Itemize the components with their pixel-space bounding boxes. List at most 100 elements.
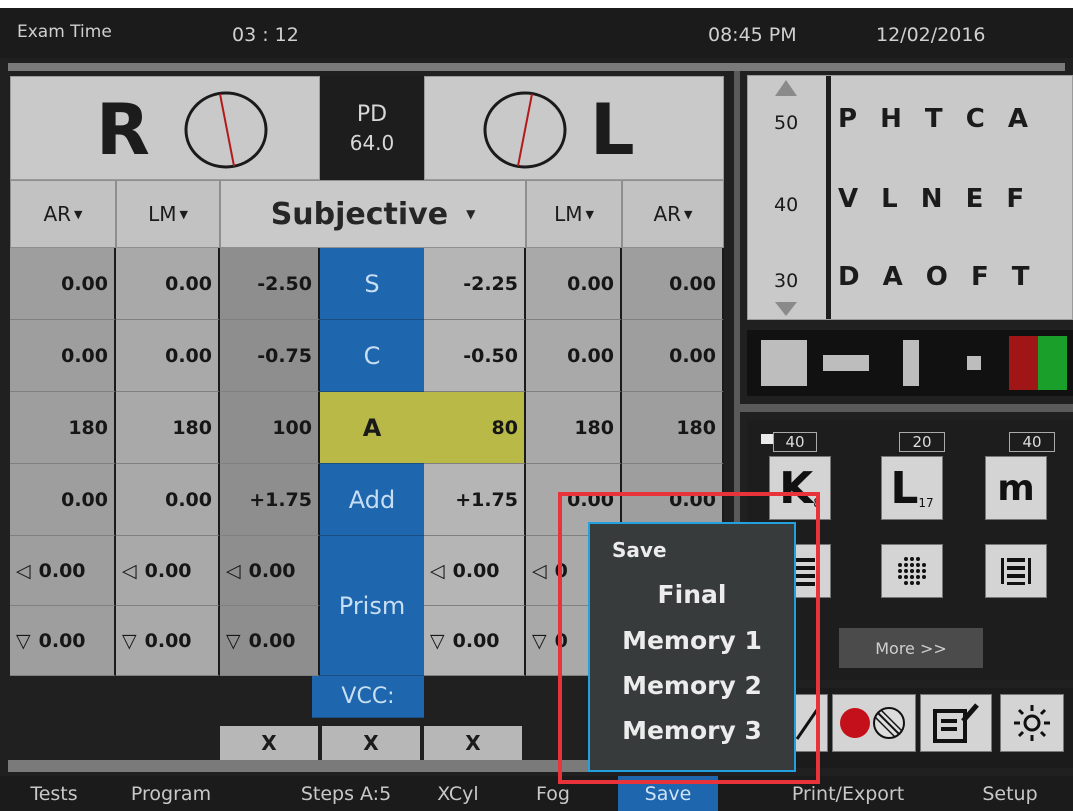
lm-left-axis[interactable]: 180 [526,392,622,464]
brightness-button[interactable] [1000,694,1064,752]
chart-line-3[interactable]: D A O F T [838,262,1030,292]
lm-left-sph[interactable]: 0.00 [526,248,622,320]
ar-right-sph[interactable]: 0.00 [10,248,116,320]
arrow-down-icon: ▽ [16,629,31,652]
axis-button[interactable]: A [320,392,424,464]
ar-left-sph[interactable]: 0.00 [622,248,724,320]
ar-right-cyl[interactable]: 0.00 [10,320,116,392]
ar-right-axis[interactable]: 180 [10,392,116,464]
lm-left-cyl[interactable]: 0.00 [526,320,622,392]
menu-setup[interactable]: Setup [960,776,1060,811]
subj-left-sph[interactable]: -2.25 [424,248,526,320]
menu-xcyl[interactable]: XCyl [418,776,498,811]
near-l-letter: L [890,462,919,514]
prism-value: 0.00 [248,559,296,582]
prism-value: 0.00 [38,559,86,582]
arrow-down-icon: ▽ [430,629,445,652]
text-block-icon [1001,558,1031,585]
minus-icon[interactable] [761,434,773,444]
arrow-down-icon[interactable] [775,302,797,316]
more-button[interactable]: More >> [839,628,983,668]
left-eye-letter: L [590,89,635,171]
right-eye-header[interactable]: R [10,76,320,180]
subj-right-axis[interactable]: 100 [220,392,320,464]
ar-right-add[interactable]: 0.00 [10,464,116,536]
ar-right-dropdown[interactable]: AR ▼ [10,180,116,248]
sphere-button[interactable]: S [320,248,424,320]
chart-size-30: 30 [774,270,799,292]
chevron-down-icon: ▼ [179,207,188,221]
ar-left-cyl[interactable]: 0.00 [622,320,724,392]
subj-right-cyl[interactable]: -0.75 [220,320,320,392]
prism-value: 0.00 [452,559,500,582]
tile-red-green[interactable] [1009,336,1067,390]
acuity-chart[interactable]: 50 40 30 P H T C A V L N E F D A O F T [747,75,1073,320]
ar-right-prism-v[interactable]: ▽ 0.00 [10,606,116,676]
vcc-x-right[interactable]: X [220,726,318,760]
subj-right-add[interactable]: +1.75 [220,464,320,536]
arrow-up-icon[interactable] [775,80,797,96]
lm-right-dropdown[interactable]: LM ▼ [116,180,220,248]
red-green-button[interactable] [832,694,916,752]
vcc-x-left[interactable]: X [424,726,522,760]
near-l-button[interactable]: L 17 [881,456,943,520]
menu-program[interactable]: Program [112,776,230,811]
menu-tests[interactable]: Tests [14,776,94,811]
subj-left-axis[interactable]: 80 [424,392,526,464]
prism-value: 0.00 [144,629,192,652]
lm-left-dropdown[interactable]: LM ▼ [526,180,622,248]
notepad-pen-icon [933,703,979,743]
chart-line-2[interactable]: V L N E F [838,184,1024,214]
cylinder-button[interactable]: C [320,320,424,392]
subj-left-add[interactable]: +1.75 [424,464,526,536]
pd-box[interactable]: PD 64.0 [320,76,424,180]
tile-square[interactable] [755,336,813,390]
arrow-left-icon: ◁ [430,559,445,582]
subj-right-sph[interactable]: -2.50 [220,248,320,320]
bottom-menu: Tests Program Steps A:5 XCyl Fog Save Pr… [0,776,1073,811]
prism-value: 0.00 [452,629,500,652]
lm-right-label: LM [148,202,177,226]
menu-steps[interactable]: Steps A:5 [286,776,406,811]
axis-dial-left-icon [483,91,567,169]
edit-notes-button[interactable] [920,694,992,752]
vcc-x-center[interactable]: X [322,726,420,760]
near-dots-button[interactable] [881,544,943,598]
add-button[interactable]: Add [320,464,424,536]
subj-left-cyl[interactable]: -0.50 [424,320,526,392]
arrow-left-icon: ◁ [122,559,137,582]
prism-button[interactable]: Prism [320,536,424,676]
subj-right-prism-h[interactable]: ◁ 0.00 [220,536,320,606]
subj-left-prism-v[interactable]: ▽ 0.00 [424,606,526,676]
ar-left-dropdown[interactable]: AR ▼ [622,180,724,248]
ar-right-prism-h[interactable]: ◁ 0.00 [10,536,116,606]
lm-right-sph[interactable]: 0.00 [116,248,220,320]
subjective-dropdown[interactable]: Subjective ▼ [220,180,526,248]
subj-left-prism-h[interactable]: ◁ 0.00 [424,536,526,606]
lm-right-cyl[interactable]: 0.00 [116,320,220,392]
top-bar: Exam Time 03 : 12 08:45 PM 12/02/2016 [0,8,1073,58]
arrow-down-icon: ▽ [122,629,137,652]
chart-line-1[interactable]: P H T C A [838,104,1028,134]
near-size-m: 40 [1009,432,1055,452]
chart-size-50: 50 [774,112,799,134]
pd-label: PD [356,102,388,127]
tile-dot[interactable] [943,336,1005,390]
tile-vertical[interactable] [879,336,941,390]
near-size-k: 40 [773,432,817,452]
vcc-button[interactable]: VCC: [312,676,424,718]
lm-right-axis[interactable]: 180 [116,392,220,464]
near-size-l: 20 [899,432,945,452]
near-m-button[interactable]: m [985,456,1047,520]
axis-dial-right-icon [184,91,268,169]
lm-right-add[interactable]: 0.00 [116,464,220,536]
subj-right-prism-v[interactable]: ▽ 0.00 [220,606,320,676]
lm-right-prism-h[interactable]: ◁ 0.00 [116,536,220,606]
sun-icon [1014,705,1050,741]
left-eye-header[interactable]: L [424,76,724,180]
near-text-button[interactable] [985,544,1047,598]
tile-horizontal[interactable] [815,336,877,390]
panel-separator [740,404,1073,412]
lm-right-prism-v[interactable]: ▽ 0.00 [116,606,220,676]
ar-left-axis[interactable]: 180 [622,392,724,464]
